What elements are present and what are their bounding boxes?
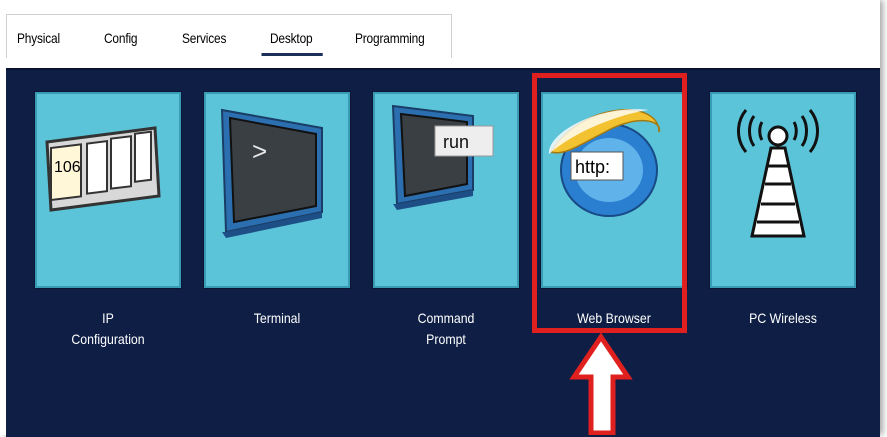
terminal-label: Terminal xyxy=(253,310,301,326)
command-prompt-app[interactable]: run xyxy=(373,92,519,288)
tab-desktop[interactable]: Desktop xyxy=(261,30,323,56)
pc-wireless-app[interactable] xyxy=(710,92,856,288)
pc-wireless-icon xyxy=(737,109,819,238)
terminal-app[interactable]: > xyxy=(204,92,350,288)
desktop-area: 106 IP Configuration > Terminal run Comm… xyxy=(6,68,880,437)
ip-configuration-label: IP Configuration xyxy=(71,310,145,347)
ip-configuration-app[interactable]: 106 xyxy=(35,92,181,288)
pc-window: Physical Config Services Desktop Program… xyxy=(0,0,880,437)
tabs-container: Physical Config Services Desktop Program… xyxy=(6,14,452,58)
command-prompt-icon: run xyxy=(391,104,494,210)
terminal-icon: > xyxy=(220,108,323,238)
run-text: run xyxy=(443,132,469,152)
command-prompt-label: Command Prompt xyxy=(417,310,475,347)
tab-services[interactable]: Services xyxy=(182,30,226,46)
ip-configuration-icon: 106 xyxy=(45,126,161,212)
up-arrow-icon xyxy=(569,333,633,435)
tab-physical[interactable]: Physical xyxy=(17,30,60,46)
tab-bar: Physical Config Services Desktop Program… xyxy=(6,14,880,58)
tab-config[interactable]: Config xyxy=(104,30,138,46)
terminal-prompt-text: > xyxy=(252,136,267,166)
ip-text: 106 xyxy=(54,159,81,176)
highlight-box xyxy=(532,73,687,333)
tab-programming[interactable]: Programming xyxy=(355,30,425,46)
pc-wireless-label: PC Wireless xyxy=(749,310,817,326)
